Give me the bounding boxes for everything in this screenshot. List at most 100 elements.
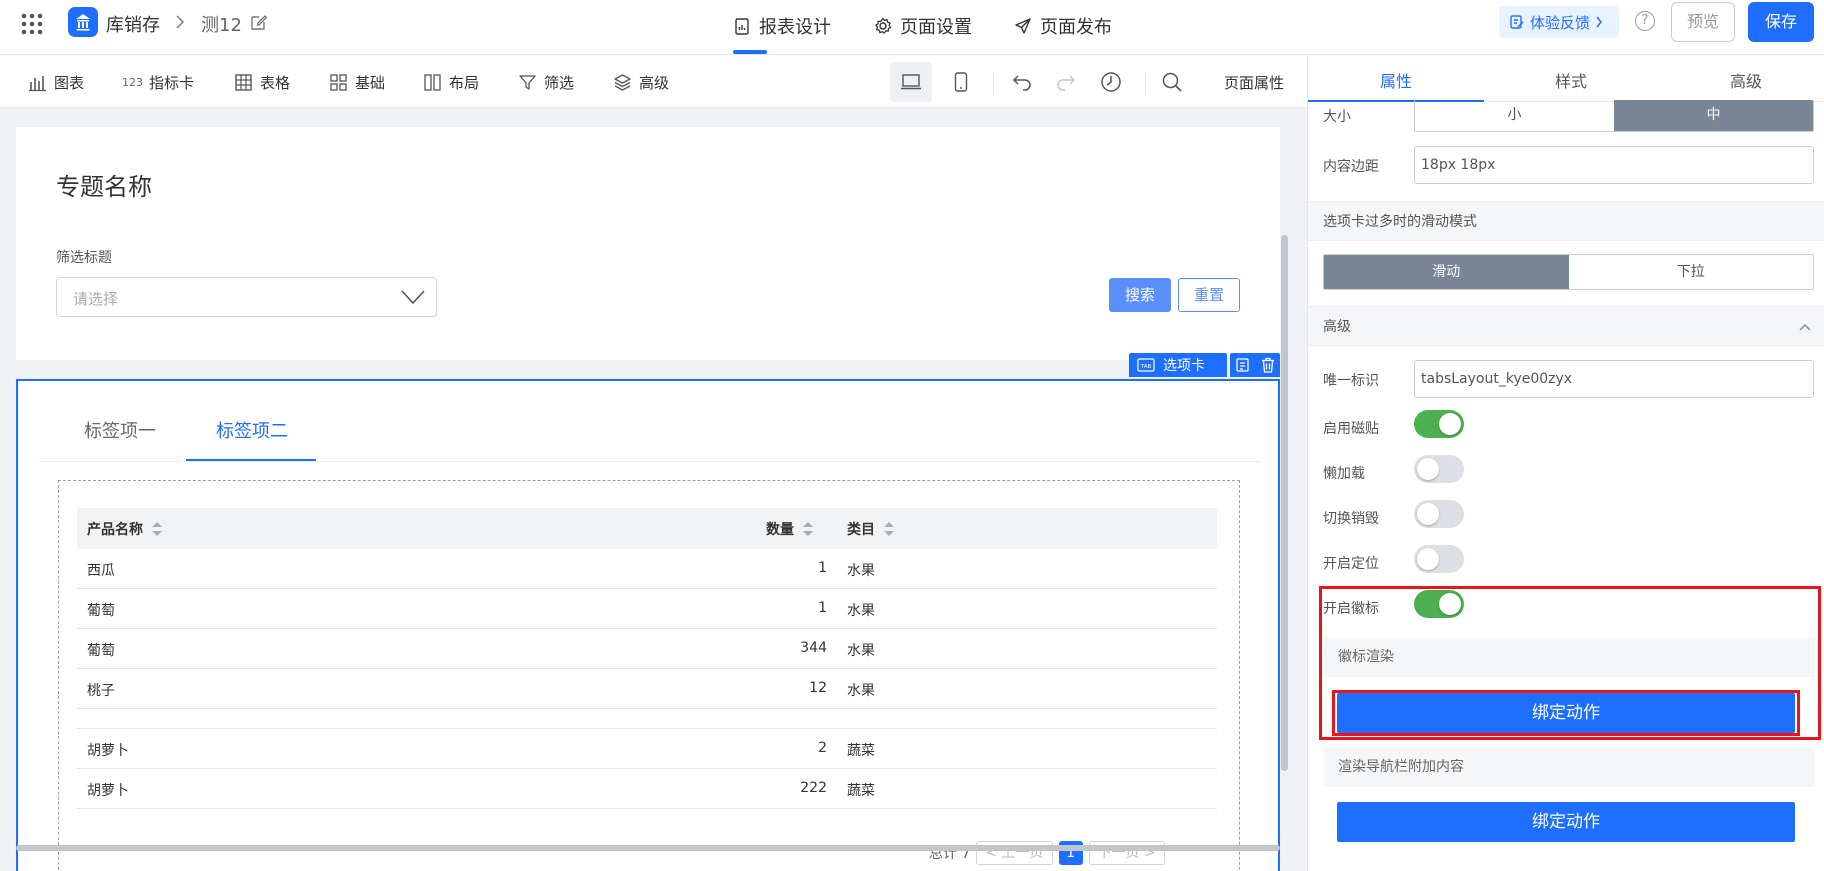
padding-label: 内容边距 <box>1323 159 1379 175</box>
tabs-tag-label: 选项卡 <box>1163 358 1205 374</box>
tab-item-two[interactable]: 标签项二 <box>216 417 288 443</box>
tab-styles[interactable]: 样式 <box>1555 68 1587 92</box>
canvas-vertical-scrollbar[interactable] <box>1281 235 1288 771</box>
nav-extra-header: 渲染导航栏附加内容 <box>1323 748 1815 787</box>
table-icon <box>235 74 252 91</box>
toggle-label-lazy: 懒加载 <box>1323 466 1365 482</box>
bar-chart-icon <box>29 76 46 92</box>
toggle-tile[interactable] <box>1414 410 1464 438</box>
cell-qty: 1 <box>818 600 827 616</box>
page-properties-button[interactable]: 页面属性 <box>1224 72 1284 93</box>
toggle-label-tile: 启用磁贴 <box>1323 421 1379 437</box>
tab-report-design[interactable]: 报表设计 <box>733 13 831 39</box>
filter-panel[interactable]: 专题名称 筛选标题 请选择 搜索 重置 <box>16 127 1280 360</box>
bank-logo-icon[interactable] <box>68 7 98 37</box>
tabs-layout-panel[interactable]: 标签项一 标签项二 产品名称 数量 类目 西瓜 1 水果 葡萄 1 水果 葡萄 … <box>16 379 1280 871</box>
column-label: 产品名称 <box>87 522 143 538</box>
padding-input[interactable]: 18px 18px <box>1414 146 1814 184</box>
table-row-empty <box>77 709 1217 729</box>
feedback-button[interactable]: 体验反馈 <box>1499 6 1619 38</box>
toolbar-basic[interactable]: 基础 <box>329 72 385 93</box>
apps-grid-icon[interactable] <box>21 13 43 35</box>
overflow-option-dropdown[interactable]: 下拉 <box>1569 255 1814 289</box>
overflow-option-scroll[interactable]: 滑动 <box>1324 255 1569 289</box>
toggle-destroy-on-switch[interactable] <box>1414 500 1464 528</box>
top-header: 库销存 测12 报表设计 页面设置 页面发布 体验反馈 ? 预览 保存 <box>0 0 1824 55</box>
tabs-component-tag[interactable]: TAB 选项卡 <box>1129 353 1227 377</box>
toolbar-label: 高级 <box>639 74 670 92</box>
grid-icon <box>330 74 347 91</box>
size-option-medium[interactable]: 中 <box>1614 100 1813 131</box>
cell-qty: 1 <box>818 560 827 576</box>
cell-qty: 222 <box>800 780 827 796</box>
toolbar-filter[interactable]: 筛选 <box>518 72 574 93</box>
cell-qty: 2 <box>818 740 827 756</box>
toolbar-advanced[interactable]: 高级 <box>613 72 669 93</box>
table-row: 葡萄 1 水果 <box>77 589 1217 629</box>
metric-icon: 123 <box>122 76 143 89</box>
size-label: 大小 <box>1323 109 1351 125</box>
search-button[interactable]: 搜索 <box>1109 278 1171 312</box>
overflow-section-header: 选项卡过多时的滑动模式 <box>1308 201 1824 241</box>
chevron-right-icon <box>1596 16 1602 28</box>
toolbar-metric-card[interactable]: 123 指标卡 <box>122 72 194 93</box>
filter-select[interactable]: 请选择 <box>56 277 437 317</box>
tab-page-publish[interactable]: 页面发布 <box>1014 13 1112 39</box>
mobile-view-button[interactable] <box>940 62 982 102</box>
undo-icon[interactable] <box>1012 71 1034 93</box>
tab-page-settings[interactable]: 页面设置 <box>874 13 972 39</box>
advanced-section-header[interactable]: 高级 <box>1308 306 1824 346</box>
column-header-qty[interactable]: 数量 <box>766 519 814 539</box>
redo-icon[interactable] <box>1054 71 1076 93</box>
copy-icon[interactable] <box>1235 357 1251 373</box>
uid-label: 唯一标识 <box>1323 373 1379 389</box>
chevron-down-icon <box>401 290 425 305</box>
help-icon[interactable]: ? <box>1635 11 1655 31</box>
cell-name: 胡萝卜 <box>87 743 129 759</box>
sort-icon[interactable] <box>883 521 895 537</box>
toolbar-layout[interactable]: 布局 <box>423 72 479 93</box>
save-button[interactable]: 保存 <box>1748 2 1814 42</box>
tab-item-one[interactable]: 标签项一 <box>84 417 156 443</box>
cell-qty: 344 <box>800 640 827 656</box>
uid-input[interactable]: tabsLayout_kye00zyx <box>1414 360 1814 398</box>
tab-properties[interactable]: 属性 <box>1380 68 1412 92</box>
select-placeholder: 请选择 <box>73 290 119 308</box>
toggle-locate[interactable] <box>1414 545 1464 573</box>
cell-qty: 12 <box>809 680 827 696</box>
app-name[interactable]: 库销存 <box>106 11 160 37</box>
trash-icon[interactable] <box>1261 357 1275 373</box>
sort-icon[interactable] <box>151 521 163 537</box>
preview-button[interactable]: 预览 <box>1671 2 1735 42</box>
toolbar-chart[interactable]: 图表 <box>28 72 84 93</box>
size-option-small[interactable]: 小 <box>1415 100 1614 131</box>
bind-action-button-nav[interactable]: 绑定动作 <box>1337 802 1795 842</box>
chevron-up-icon[interactable] <box>1799 323 1811 331</box>
table-row: 葡萄 344 水果 <box>77 629 1217 669</box>
cell-category: 蔬菜 <box>847 783 875 799</box>
history-icon[interactable] <box>1100 71 1122 93</box>
feedback-icon <box>1510 15 1524 29</box>
chevron-right-icon <box>176 15 185 29</box>
edit-icon[interactable] <box>250 13 268 31</box>
layout-icon <box>424 74 441 91</box>
desktop-view-button[interactable] <box>890 62 932 102</box>
tab-label: 页面设置 <box>900 17 972 38</box>
column-header-category[interactable]: 类目 <box>847 519 895 539</box>
toggle-label-destroy: 切换销毁 <box>1323 511 1379 527</box>
table-row: 桃子 12 水果 <box>77 669 1217 709</box>
table-row: 胡萝卜 2 蔬菜 <box>77 729 1217 769</box>
tab-content-container[interactable]: 产品名称 数量 类目 西瓜 1 水果 葡萄 1 水果 葡萄 344 水果 桃子 … <box>58 480 1240 871</box>
toggle-lazy-load[interactable] <box>1414 455 1464 483</box>
toolbar-table[interactable]: 表格 <box>234 72 290 93</box>
tab-advanced[interactable]: 高级 <box>1730 68 1762 92</box>
canvas-horizontal-scrollbar[interactable] <box>16 845 1280 851</box>
page-name[interactable]: 测12 <box>201 11 242 37</box>
column-header-name[interactable]: 产品名称 <box>87 519 163 539</box>
sort-icon[interactable] <box>802 521 814 537</box>
toggle-knob <box>1417 548 1439 570</box>
toggle-knob <box>1417 503 1439 525</box>
search-icon[interactable] <box>1161 71 1183 93</box>
cell-category: 蔬菜 <box>847 743 875 759</box>
reset-button[interactable]: 重置 <box>1178 278 1240 312</box>
